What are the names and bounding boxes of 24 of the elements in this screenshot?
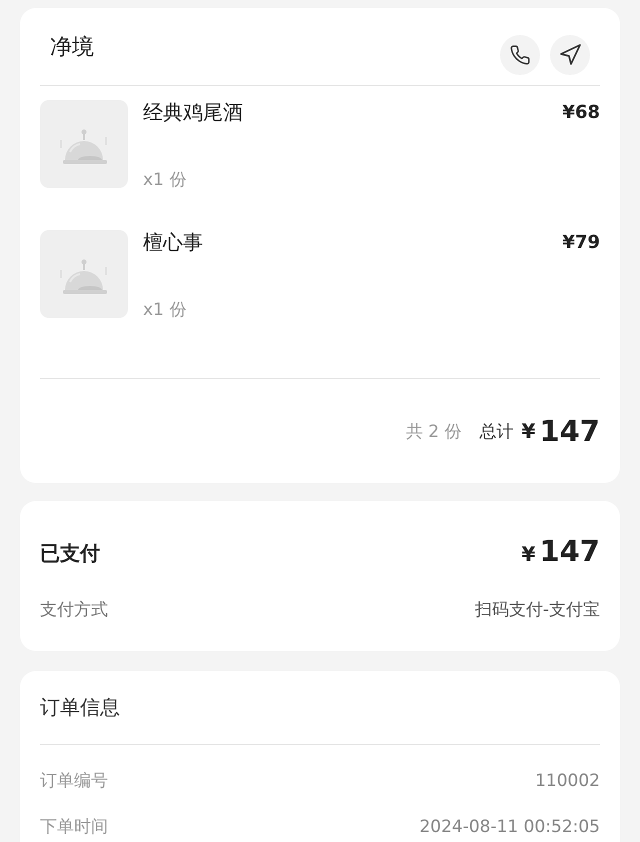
item-count: 共 2 份 [406,420,462,442]
field-label: 订单编号 [40,770,108,793]
field-value: 2024-08-11 00:52:05 [419,816,600,839]
order-info-title: 订单信息 [40,694,121,721]
food-cloche-icon [40,230,128,318]
total-label: 总计 [480,420,514,442]
store-name: 净境 [50,35,94,61]
item-quantity: x1 份 [143,299,186,322]
paid-amount: 147 [539,537,600,565]
item-name: 檀心事 [143,230,203,254]
food-cloche-icon [40,100,128,188]
item-quantity: x1 份 [143,169,186,192]
phone-icon[interactable] [500,35,540,75]
payment-method: 扫码支付-支付宝 [474,599,600,622]
currency-symbol: ¥ [522,419,536,443]
total-amount: 147 [539,414,600,448]
payment-status: 已支付 [40,540,100,566]
item-price: ¥79 [562,231,600,255]
field-value: 110002 [535,770,600,793]
item-name: 经典鸡尾酒 [143,100,243,124]
currency-symbol: ¥ [522,541,536,568]
field-label: 下单时间 [40,816,108,839]
item-price: ¥68 [562,101,600,125]
payment-method-label: 支付方式 [40,599,108,622]
